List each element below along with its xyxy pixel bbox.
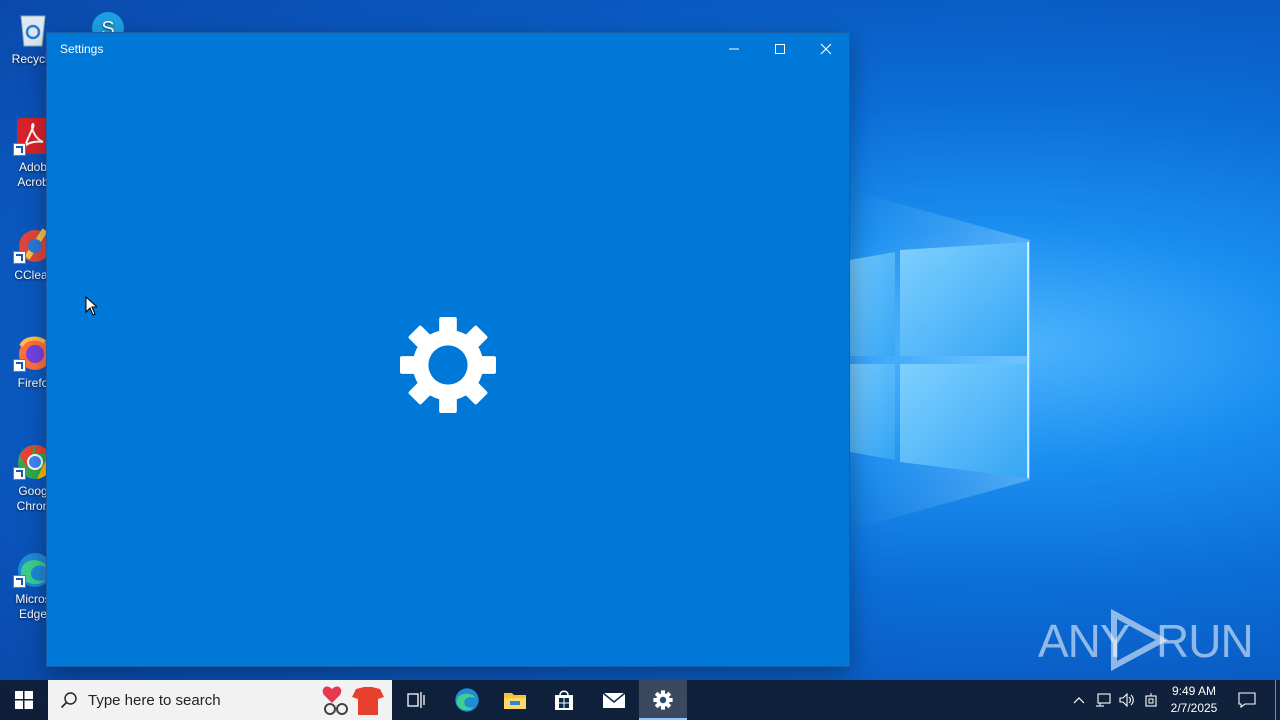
windows-wallpaper-logo bbox=[850, 242, 1029, 478]
taskbar-settings-button[interactable] bbox=[639, 680, 687, 720]
search-highlight-icon bbox=[322, 686, 384, 715]
mouse-cursor-icon bbox=[85, 296, 97, 316]
task-view-button[interactable] bbox=[392, 680, 440, 720]
gear-icon bbox=[399, 316, 497, 414]
input-indicator-button[interactable] bbox=[1140, 680, 1162, 720]
close-button[interactable] bbox=[803, 33, 849, 65]
taskbar-search-box[interactable]: Type here to search bbox=[48, 680, 392, 720]
taskbar-store-button[interactable] bbox=[540, 680, 588, 720]
settings-window[interactable]: Settings bbox=[47, 33, 849, 666]
network-tray-button[interactable] bbox=[1092, 680, 1114, 720]
taskbar-file-explorer-button[interactable] bbox=[491, 680, 539, 720]
minimize-icon bbox=[729, 48, 739, 50]
clock-date: 2/7/2025 bbox=[1170, 701, 1218, 715]
search-icon bbox=[60, 692, 77, 709]
minimize-button[interactable] bbox=[711, 33, 757, 65]
mail-icon bbox=[602, 692, 626, 708]
store-icon bbox=[555, 690, 573, 710]
speaker-icon bbox=[1119, 693, 1134, 707]
close-icon bbox=[820, 43, 832, 55]
edge-icon bbox=[455, 688, 479, 712]
taskbar: Type here to search 9:49 AM 2/7/2025 bbox=[0, 680, 1280, 720]
pen-workspace-icon bbox=[1145, 693, 1157, 707]
window-title: Settings bbox=[60, 42, 104, 56]
windows-start-icon bbox=[15, 691, 33, 709]
anyrun-watermark: ANY RUN bbox=[1038, 608, 1254, 672]
settings-icon bbox=[653, 690, 673, 710]
chevron-up-icon bbox=[1073, 697, 1085, 704]
search-placeholder: Type here to search bbox=[88, 692, 221, 709]
clock-time: 9:49 AM bbox=[1171, 684, 1217, 698]
taskbar-edge-button[interactable] bbox=[443, 680, 491, 720]
network-icon bbox=[1096, 693, 1111, 707]
title-bar[interactable]: Settings bbox=[47, 33, 849, 65]
notification-icon bbox=[1238, 692, 1256, 708]
taskbar-mail-button[interactable] bbox=[590, 680, 638, 720]
file-explorer-icon bbox=[504, 693, 526, 709]
show-desktop-button[interactable] bbox=[1275, 680, 1276, 720]
volume-tray-button[interactable] bbox=[1116, 680, 1138, 720]
maximize-button[interactable] bbox=[757, 33, 803, 65]
action-center-button[interactable] bbox=[1232, 680, 1262, 720]
clock[interactable]: 9:49 AM 2/7/2025 bbox=[1162, 683, 1226, 717]
start-button[interactable] bbox=[0, 680, 48, 720]
task-view-icon bbox=[407, 692, 425, 708]
watermark-text-right: RUN bbox=[1156, 615, 1254, 667]
show-hidden-icons-button[interactable] bbox=[1068, 680, 1090, 720]
maximize-icon bbox=[775, 44, 785, 54]
